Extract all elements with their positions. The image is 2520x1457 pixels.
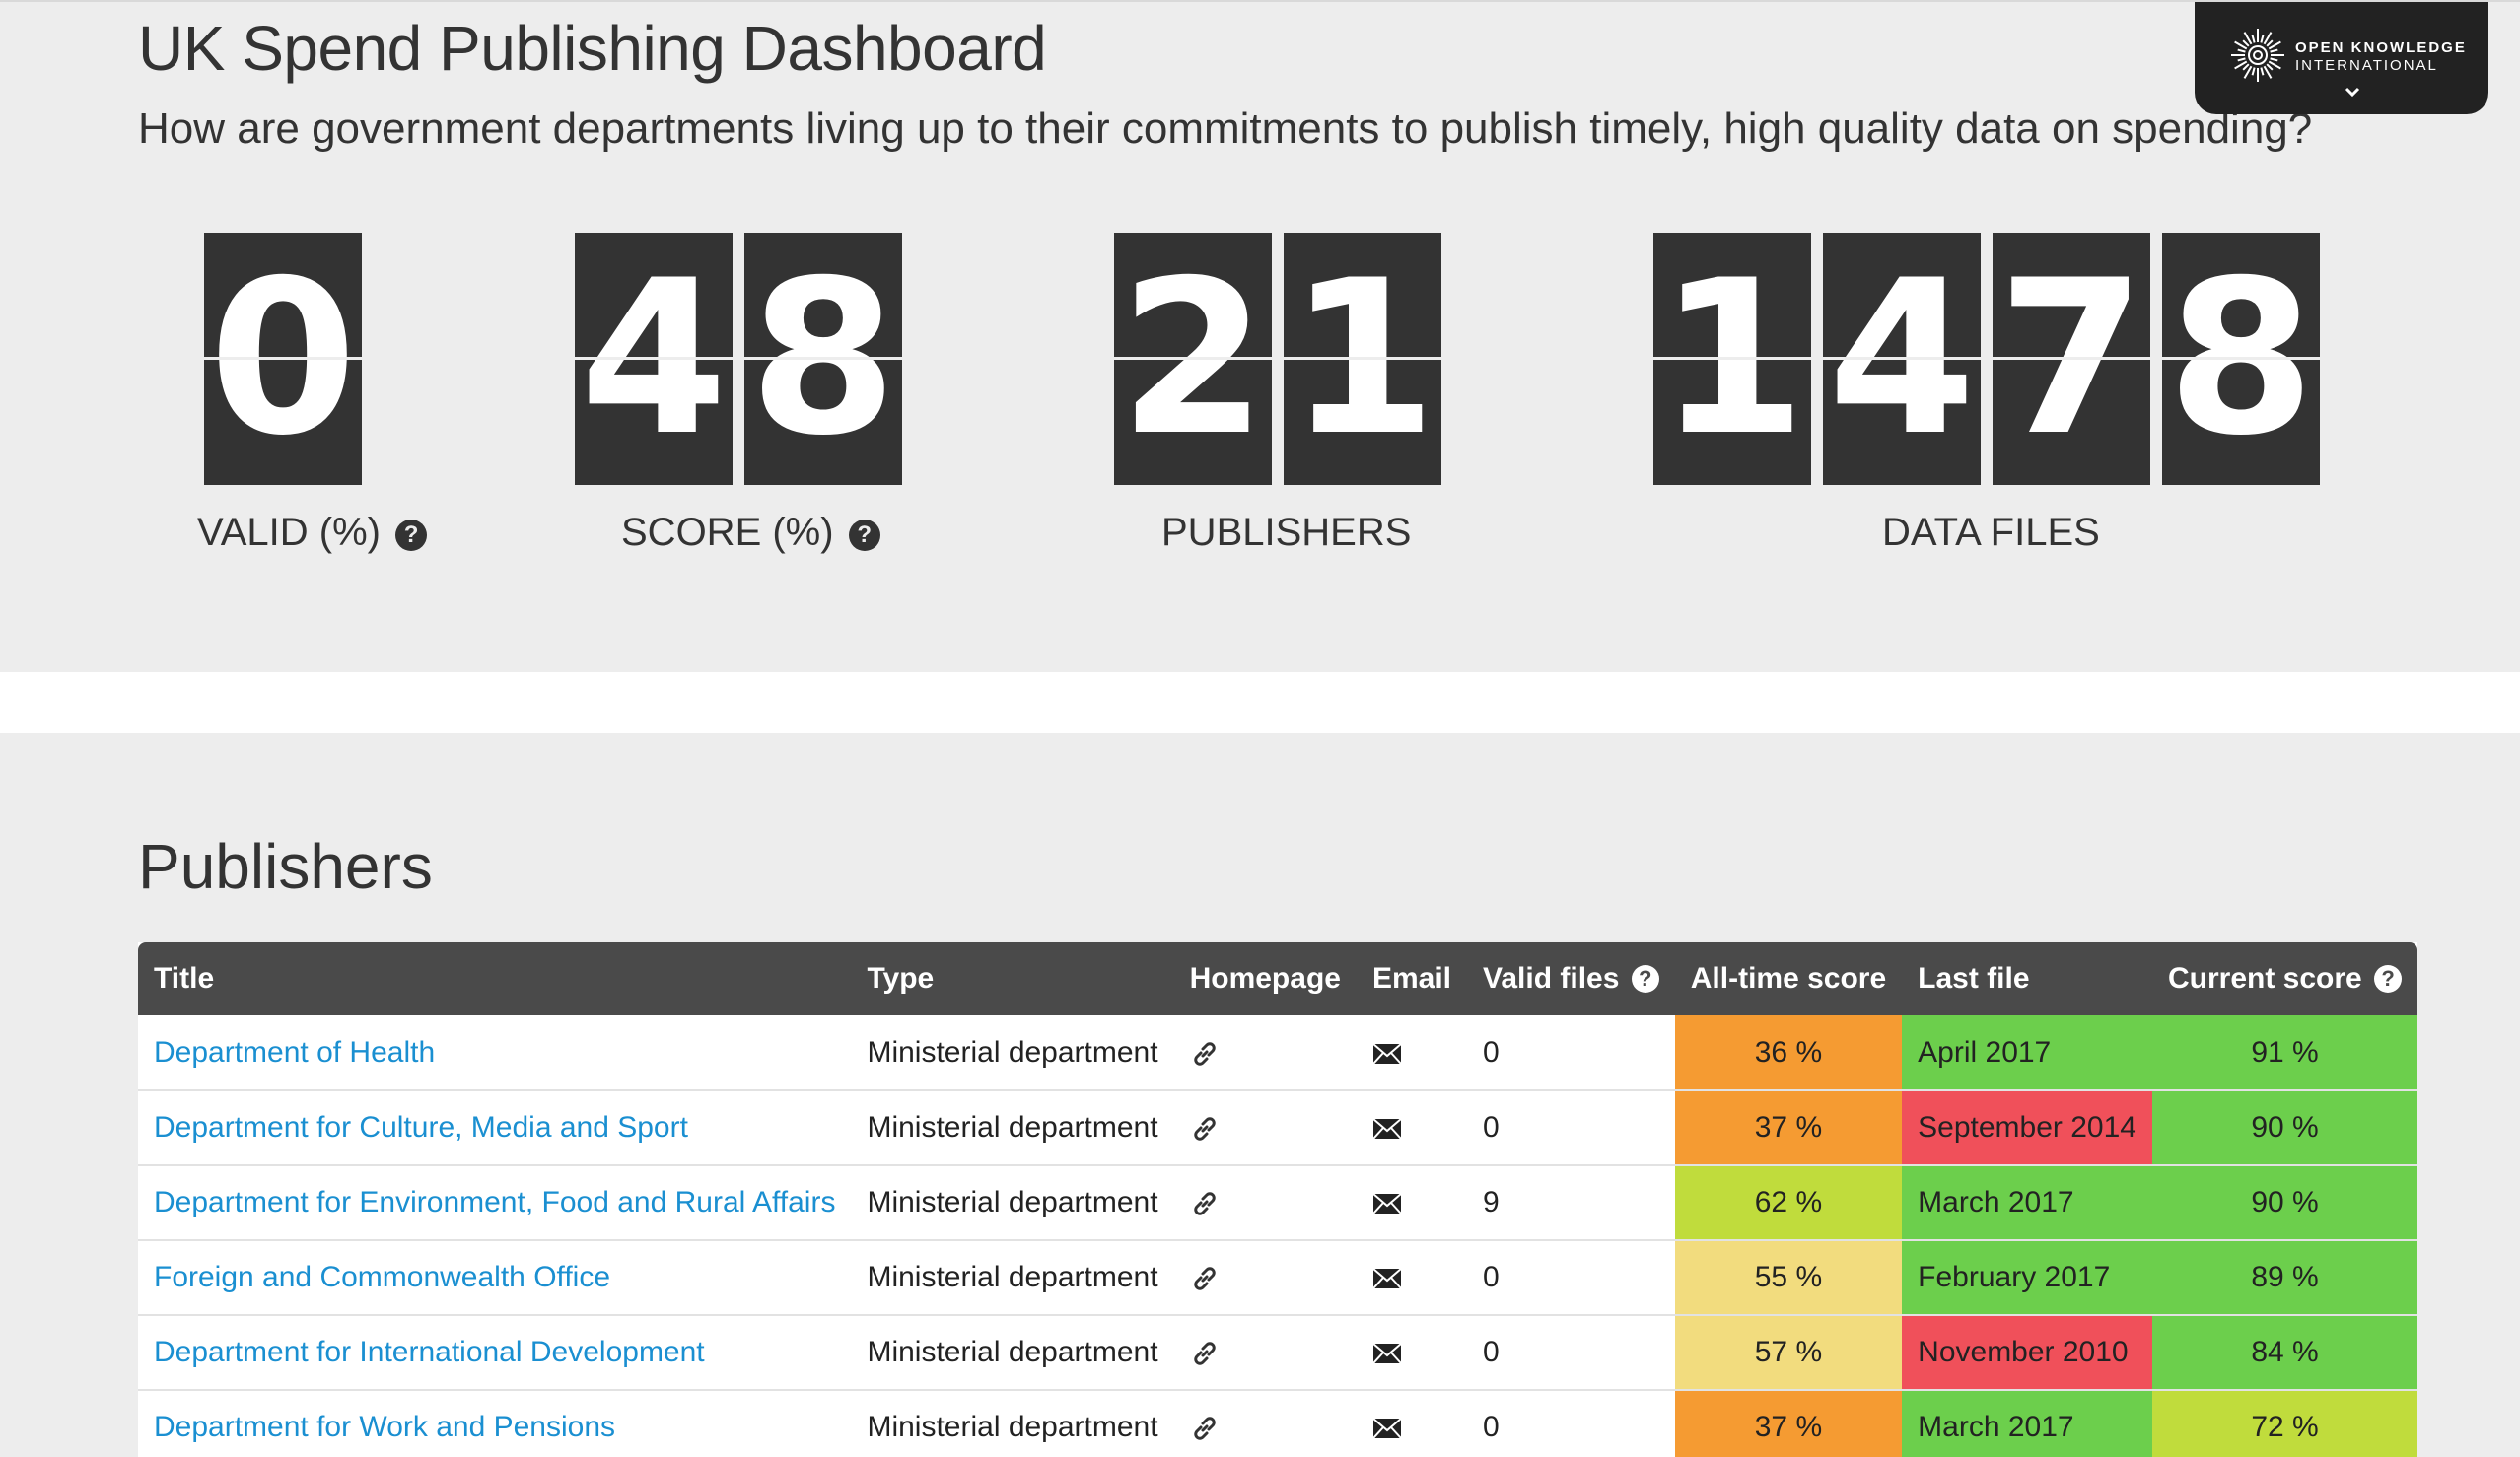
current-score: 90 % — [2151, 1165, 2418, 1241]
current-score: 89 % — [2151, 1240, 2418, 1316]
okfn-wordmark-line1: OPEN KNOWLEDGE — [2295, 39, 2467, 56]
stat-valid-label: VALID (%) ? — [197, 511, 428, 555]
publisher-link[interactable]: Department for Culture, Media and Sport — [154, 1111, 688, 1144]
last-file-date: February 2017 — [1902, 1240, 2152, 1316]
envelope-icon[interactable] — [1372, 1342, 1402, 1365]
counter-digit: 4 — [575, 233, 733, 485]
table-row: Department for International Development… — [138, 1315, 2418, 1391]
link-icon[interactable] — [1190, 1264, 1220, 1293]
summary-band: UK Spend Publishing Dashboard How are go… — [0, 0, 2520, 672]
link-icon[interactable] — [1190, 1039, 1220, 1069]
page-subtitle: How are government departments living up… — [138, 104, 2313, 153]
all-time-score: 62 % — [1674, 1165, 1903, 1241]
column-header-title[interactable]: Title — [138, 942, 851, 1015]
stat-publishers-label: PUBLISHERS — [1161, 511, 1412, 554]
publisher-type: Ministerial department — [851, 1090, 1174, 1166]
table-header-row: Title Type Homepage Email Valid files ? … — [138, 942, 2418, 1015]
current-score: 90 % — [2151, 1090, 2418, 1166]
column-header-valid-files[interactable]: Valid files ? — [1467, 942, 1675, 1015]
publisher-type: Ministerial department — [851, 1390, 1174, 1457]
publisher-link[interactable]: Foreign and Commonwealth Office — [154, 1261, 610, 1293]
publisher-link[interactable]: Department for International Development — [154, 1336, 705, 1368]
section-divider — [0, 672, 2520, 733]
counter-digit: 1 — [1284, 233, 1441, 485]
table-row: Department for Environment, Food and Rur… — [138, 1165, 2418, 1241]
column-header-label: Valid files — [1483, 962, 1620, 995]
stat-score-label: SCORE (%) ? — [621, 511, 880, 555]
current-score: 72 % — [2151, 1390, 2418, 1457]
column-header-email[interactable]: Email — [1357, 942, 1467, 1015]
valid-files-count: 9 — [1467, 1165, 1675, 1241]
help-icon[interactable]: ? — [1631, 965, 1659, 993]
table-row: Department of Health Ministerial departm… — [138, 1015, 2418, 1091]
current-score: 84 % — [2151, 1315, 2418, 1391]
counter-digit: 8 — [744, 233, 902, 485]
publisher-type: Ministerial department — [851, 1240, 1174, 1316]
last-file-date: March 2017 — [1902, 1390, 2152, 1457]
help-icon[interactable]: ? — [2374, 965, 2403, 993]
publisher-type: Ministerial department — [851, 1015, 1174, 1091]
column-header-homepage[interactable]: Homepage — [1174, 942, 1357, 1015]
counter-digit: 2 — [1114, 233, 1272, 485]
envelope-icon[interactable] — [1372, 1417, 1402, 1440]
column-header-all-time-score[interactable]: All-time score — [1675, 942, 1902, 1015]
stat-data-files-label: DATA FILES — [1882, 511, 2100, 554]
column-header-label: Current score — [2167, 962, 2362, 995]
stat-label-text: VALID (%) — [197, 511, 381, 554]
okfn-sunburst-icon — [2231, 29, 2284, 82]
column-header-type[interactable]: Type — [851, 942, 1173, 1015]
publishers-section: Publishers Title Type Homepage Email Val… — [0, 733, 2520, 1457]
link-icon[interactable] — [1190, 1189, 1220, 1218]
table-row: Foreign and Commonwealth Office Minister… — [138, 1240, 2418, 1316]
all-time-score: 57 % — [1674, 1315, 1903, 1391]
all-time-score: 37 % — [1674, 1090, 1903, 1166]
last-file-date: April 2017 — [1902, 1015, 2152, 1091]
envelope-icon[interactable] — [1372, 1192, 1402, 1215]
envelope-icon[interactable] — [1372, 1267, 1402, 1290]
okfn-wordmark: OPEN KNOWLEDGE INTERNATIONAL — [2295, 39, 2467, 75]
table-row: Department for Work and Pensions Ministe… — [138, 1390, 2418, 1457]
help-icon[interactable]: ? — [395, 520, 428, 551]
publisher-type: Ministerial department — [851, 1315, 1174, 1391]
envelope-icon[interactable] — [1372, 1117, 1402, 1141]
last-file-date: November 2010 — [1902, 1315, 2152, 1391]
link-icon[interactable] — [1190, 1339, 1220, 1368]
counter-digit: 0 — [204, 233, 362, 485]
all-time-score: 37 % — [1674, 1390, 1903, 1457]
publisher-link[interactable]: Department for Environment, Food and Rur… — [154, 1186, 835, 1218]
valid-files-count: 0 — [1467, 1315, 1675, 1391]
publisher-type: Ministerial department — [851, 1165, 1174, 1241]
all-time-score: 55 % — [1674, 1240, 1903, 1316]
open-knowledge-badge[interactable]: OPEN KNOWLEDGE INTERNATIONAL — [2195, 2, 2488, 114]
last-file-date: September 2014 — [1902, 1090, 2152, 1166]
all-time-score: 36 % — [1674, 1015, 1903, 1091]
link-icon[interactable] — [1190, 1114, 1220, 1144]
stat-label-text: SCORE (%) — [621, 511, 834, 554]
counter-digit: 1 — [1653, 233, 1811, 485]
chevron-down-icon[interactable] — [2341, 83, 2364, 103]
valid-files-count: 0 — [1467, 1390, 1675, 1457]
counter-digit: 4 — [1823, 233, 1981, 485]
link-icon[interactable] — [1190, 1414, 1220, 1443]
valid-files-count: 0 — [1467, 1240, 1675, 1316]
valid-files-count: 0 — [1467, 1015, 1675, 1091]
column-header-current-score[interactable]: Current score ? — [2152, 942, 2417, 1015]
publisher-link[interactable]: Department of Health — [154, 1036, 435, 1069]
valid-files-count: 0 — [1467, 1090, 1675, 1166]
page-title: UK Spend Publishing Dashboard — [138, 13, 1047, 84]
current-score: 91 % — [2151, 1015, 2418, 1091]
publisher-link[interactable]: Department for Work and Pensions — [154, 1411, 615, 1443]
last-file-date: March 2017 — [1902, 1165, 2152, 1241]
table-row: Department for Culture, Media and Sport … — [138, 1090, 2418, 1166]
okfn-wordmark-line2: INTERNATIONAL — [2295, 57, 2438, 74]
publishers-table: Title Type Homepage Email Valid files ? … — [138, 942, 2418, 1457]
column-header-last-file[interactable]: Last file — [1902, 942, 2152, 1015]
help-icon[interactable]: ? — [848, 520, 880, 551]
counter-digit: 7 — [1993, 233, 2150, 485]
envelope-icon[interactable] — [1372, 1042, 1402, 1066]
publishers-heading: Publishers — [138, 831, 433, 902]
counter-digit: 8 — [2162, 233, 2320, 485]
